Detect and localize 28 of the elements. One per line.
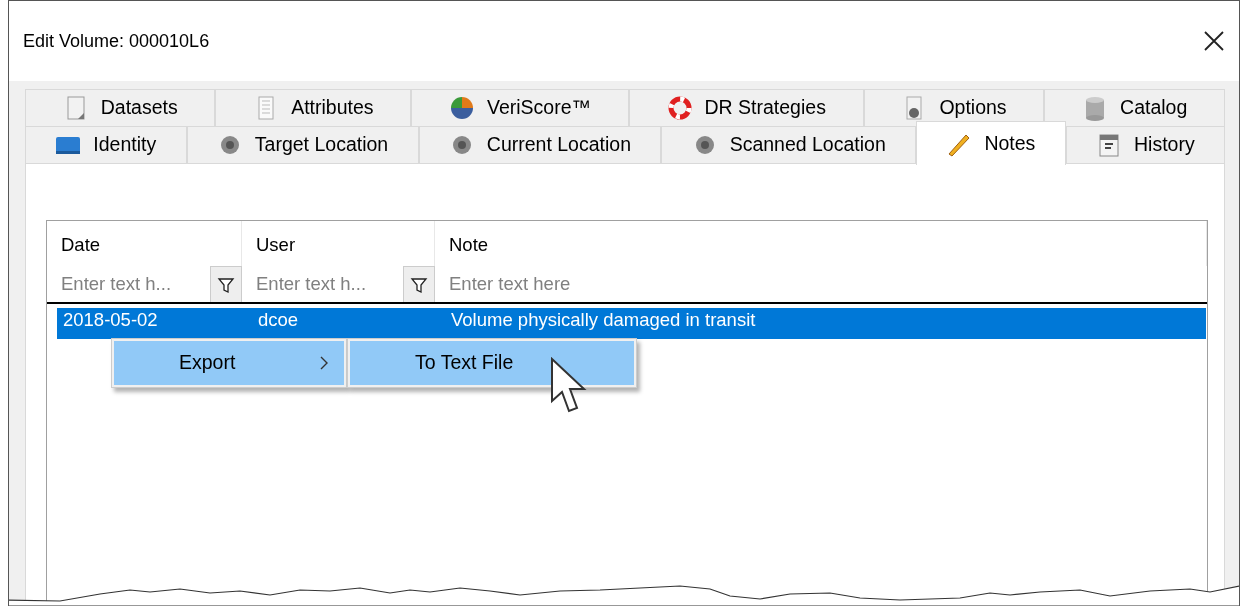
menu-item[interactable]: Export: [114, 341, 344, 385]
table-cell-text: dcoe: [257, 308, 300, 332]
filter-button[interactable]: [403, 266, 435, 302]
tab[interactable]: Scanned Location: [661, 126, 917, 163]
close-icon[interactable]: [1203, 30, 1225, 52]
tab[interactable]: Target Location: [186, 126, 419, 163]
tab[interactable]: Catalog: [1044, 89, 1225, 126]
tab[interactable]: DR Strategies: [628, 89, 864, 126]
tab[interactable]: Notes: [916, 121, 1066, 165]
table-cell-text: Volume physically damaged in transit: [450, 308, 757, 332]
tab[interactable]: Current Location: [418, 126, 662, 163]
table-row[interactable]: 2018-05-02 dcoe Volume physically damaged in transit: [57, 308, 1206, 339]
menu-item-label: Export: [179, 350, 236, 376]
tab[interactable]: VeriScore™: [411, 89, 629, 126]
window-title: Edit Volume: 000010L6: [23, 29, 210, 53]
menu-item-label: To Text File: [415, 350, 514, 376]
lifebuoy-icon: [666, 95, 693, 121]
pie-chart-icon: [449, 95, 475, 121]
filter-icon: [217, 275, 235, 294]
filter-icon: [410, 275, 428, 294]
table-cell-text: 2018-05-02: [62, 308, 159, 332]
tab[interactable]: History: [1065, 126, 1225, 163]
filter-button[interactable]: [210, 266, 242, 302]
tab[interactable]: Identity: [25, 126, 187, 163]
tab[interactable]: Datasets: [25, 89, 216, 126]
menu-item[interactable]: To Text File: [350, 341, 634, 385]
tab[interactable]: Attributes: [215, 89, 412, 126]
calendar-icon: [1096, 132, 1122, 158]
